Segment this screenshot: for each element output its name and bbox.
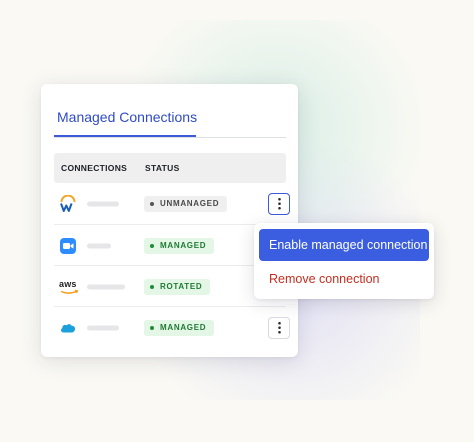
tab-bar: Managed Connections bbox=[54, 84, 286, 138]
table-row: MANAGED bbox=[54, 224, 286, 266]
column-header-connections: CONNECTIONS bbox=[61, 163, 128, 173]
connection-name-placeholder bbox=[87, 201, 119, 206]
zoom-logo-icon bbox=[59, 237, 77, 255]
row-actions-menu: Enable managed connection Remove connect… bbox=[254, 223, 434, 299]
status-dot bbox=[150, 243, 154, 248]
connection-name-placeholder bbox=[87, 325, 119, 330]
aws-logo-icon: aws bbox=[59, 278, 81, 296]
status-dot bbox=[150, 201, 154, 206]
status-text: MANAGED bbox=[160, 322, 207, 332]
status-badge: ROTATED bbox=[144, 278, 211, 295]
more-vertical-icon bbox=[277, 197, 281, 210]
status-badge: MANAGED bbox=[144, 237, 215, 254]
remove-connection-menu-item[interactable]: Remove connection bbox=[259, 265, 429, 293]
table-row: MANAGED bbox=[54, 306, 290, 348]
status-text: UNMANAGED bbox=[160, 198, 220, 208]
managed-connections-card: Managed Connections CONNECTIONS STATUS U… bbox=[41, 84, 298, 357]
row-actions-button[interactable] bbox=[268, 192, 290, 215]
connection-name-placeholder bbox=[87, 243, 111, 248]
table-row: UNMANAGED bbox=[54, 183, 290, 224]
tab-managed-connections[interactable]: Managed Connections bbox=[54, 84, 198, 137]
row-actions-button[interactable] bbox=[268, 316, 290, 339]
workday-logo-icon bbox=[59, 194, 77, 213]
table-header: CONNECTIONS STATUS bbox=[54, 153, 286, 183]
status-badge: UNMANAGED bbox=[144, 195, 228, 212]
status-dot bbox=[150, 284, 154, 289]
status-text: ROTATED bbox=[160, 281, 203, 291]
table-row: aws ROTATED bbox=[54, 265, 286, 307]
tab-label: Managed Connections bbox=[57, 109, 198, 125]
more-vertical-icon bbox=[277, 321, 281, 334]
salesforce-logo-icon bbox=[59, 319, 77, 337]
status-badge: MANAGED bbox=[144, 319, 215, 336]
status-text: MANAGED bbox=[160, 240, 207, 250]
column-header-status: STATUS bbox=[145, 163, 180, 173]
enable-managed-connection-menu-item[interactable]: Enable managed connection bbox=[259, 229, 429, 261]
connection-name-placeholder bbox=[87, 284, 125, 289]
status-dot bbox=[150, 325, 154, 330]
